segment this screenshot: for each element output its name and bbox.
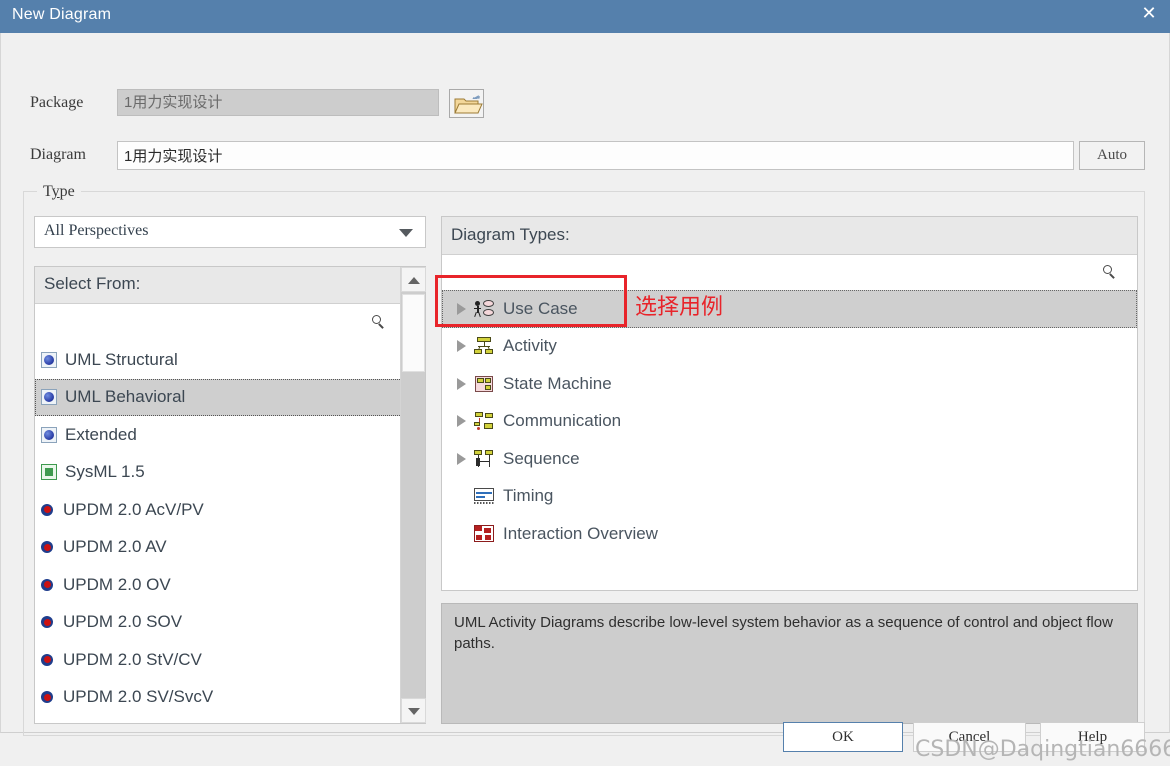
- list-item-label: UPDM 2.0 SOV: [63, 612, 182, 632]
- list-item[interactable]: SysML 1.5: [35, 454, 402, 492]
- updm-icon: [41, 690, 55, 704]
- list-item[interactable]: UPDM 2.0 SV/SvcV: [35, 679, 402, 717]
- diagram-type-communication[interactable]: Communication: [442, 403, 1137, 441]
- timing-diagram-icon: [472, 487, 496, 505]
- select-from-panel: Select From: UML Structural UML Behavior…: [34, 266, 426, 724]
- diagram-types-panel: Diagram Types: Use Case Activity State M…: [441, 216, 1138, 591]
- list-item-label: UPDM 2.0 OV: [63, 575, 171, 595]
- ok-button[interactable]: OK: [783, 722, 903, 752]
- use-case-diagram-icon: [472, 300, 496, 318]
- diagram-types-search-input[interactable]: [442, 256, 1137, 290]
- diagram-type-activity[interactable]: Activity: [442, 328, 1137, 366]
- list-item[interactable]: UPDM 2.0 AV: [35, 529, 402, 567]
- diagram-type-interaction-overview[interactable]: Interaction Overview: [442, 515, 1137, 553]
- diagram-type-state-machine[interactable]: State Machine: [442, 365, 1137, 403]
- communication-diagram-icon: [472, 412, 496, 430]
- uml-icon: [41, 389, 57, 405]
- help-button[interactable]: Help: [1040, 722, 1145, 752]
- scroll-up-arrow-icon[interactable]: [401, 267, 426, 292]
- scrollbar-thumb[interactable]: [402, 294, 425, 372]
- diagram-name-input[interactable]: 1用力实现设计: [117, 141, 1074, 170]
- type-legend-prefix: T: [43, 183, 52, 200]
- interaction-overview-diagram-icon: [472, 525, 496, 543]
- diagram-type-label: Interaction Overview: [503, 524, 658, 544]
- updm-icon: [41, 540, 55, 554]
- list-item-label: UML Behavioral: [65, 387, 185, 407]
- search-icon[interactable]: [372, 315, 388, 331]
- list-item[interactable]: UPDM 2.0 SOV: [35, 604, 402, 642]
- sysml-icon: [41, 464, 57, 480]
- type-group-legend: Type: [37, 183, 81, 201]
- expand-arrow-icon[interactable]: [450, 303, 472, 315]
- search-icon[interactable]: [1103, 265, 1119, 281]
- select-from-header: Select From:: [35, 267, 402, 304]
- select-from-list[interactable]: UML Structural UML Behavioral Extended S…: [35, 341, 402, 723]
- list-item-label: Extended: [65, 425, 137, 445]
- perspective-selected-value: All Perspectives: [44, 222, 148, 240]
- updm-icon: [41, 503, 55, 517]
- state-machine-diagram-icon: [472, 375, 496, 393]
- diagram-type-label: Use Case: [503, 299, 578, 319]
- select-from-scrollbar[interactable]: [400, 267, 425, 723]
- activity-diagram-icon: [472, 337, 496, 355]
- diagram-type-description: UML Activity Diagrams describe low-level…: [441, 603, 1138, 724]
- diagram-label: Diagram: [30, 146, 86, 164]
- cancel-button[interactable]: Cancel: [913, 722, 1026, 752]
- diagram-type-use-case[interactable]: Use Case: [442, 290, 1137, 328]
- expand-arrow-icon[interactable]: [450, 378, 472, 390]
- diagram-type-label: State Machine: [503, 374, 612, 394]
- uml-icon: [41, 427, 57, 443]
- list-item-label: UML Structural: [65, 350, 178, 370]
- chevron-down-icon: [399, 229, 413, 237]
- folder-open-icon[interactable]: [449, 89, 484, 118]
- scroll-down-arrow-icon[interactable]: [401, 698, 426, 723]
- package-field[interactable]: 1用力实现设计: [117, 89, 439, 116]
- expand-arrow-icon[interactable]: [450, 415, 472, 427]
- diagram-type-label: Timing: [503, 486, 553, 506]
- list-item-label: SysML 1.5: [65, 462, 145, 482]
- diagram-types-list[interactable]: Use Case Activity State Machine Communic…: [442, 290, 1137, 590]
- list-item[interactable]: UML Structural: [35, 341, 402, 379]
- new-diagram-dialog: Package 1用力实现设计 Diagram 1用力实现设计 Auto Typ…: [0, 33, 1170, 733]
- page-title: New Diagram: [12, 6, 111, 24]
- updm-icon: [41, 578, 55, 592]
- close-icon[interactable]: ✕: [1132, 0, 1166, 26]
- list-item[interactable]: UPDM 2.0 AcV/PV: [35, 491, 402, 529]
- updm-icon: [41, 615, 55, 629]
- list-item[interactable]: UPDM 2.0 OV: [35, 566, 402, 604]
- list-item-label: UPDM 2.0 AV: [63, 537, 167, 557]
- list-item[interactable]: Extended: [35, 416, 402, 454]
- list-item[interactable]: UML Behavioral: [35, 379, 402, 417]
- diagram-types-header: Diagram Types:: [442, 217, 1137, 255]
- perspective-dropdown[interactable]: All Perspectives: [34, 216, 426, 248]
- updm-icon: [41, 653, 55, 667]
- type-legend-suffix: pe: [60, 183, 75, 200]
- diagram-type-label: Communication: [503, 411, 621, 431]
- select-from-search-input[interactable]: [35, 305, 402, 341]
- expand-arrow-icon[interactable]: [450, 340, 472, 352]
- diagram-type-label: Activity: [503, 336, 557, 356]
- type-legend-accelerator: y: [52, 183, 60, 200]
- diagram-type-label: Sequence: [503, 449, 580, 469]
- diagram-type-sequence[interactable]: Sequence: [442, 440, 1137, 478]
- sequence-diagram-icon: [472, 450, 496, 468]
- list-item-label: UPDM 2.0 AcV/PV: [63, 500, 204, 520]
- expand-arrow-icon[interactable]: [450, 453, 472, 465]
- list-item-label: UPDM 2.0 SV/SvcV: [63, 687, 213, 707]
- list-item[interactable]: UPDM 2.0 StV/CV: [35, 641, 402, 679]
- folder-open-glyph: [450, 90, 483, 117]
- package-label: Package: [30, 94, 83, 112]
- diagram-type-timing[interactable]: Timing: [442, 478, 1137, 516]
- auto-button[interactable]: Auto: [1079, 141, 1145, 170]
- list-item-label: UPDM 2.0 StV/CV: [63, 650, 202, 670]
- uml-icon: [41, 352, 57, 368]
- dialog-title-bar: New Diagram ✕: [0, 0, 1170, 33]
- annotation-text: 选择用例: [635, 289, 723, 321]
